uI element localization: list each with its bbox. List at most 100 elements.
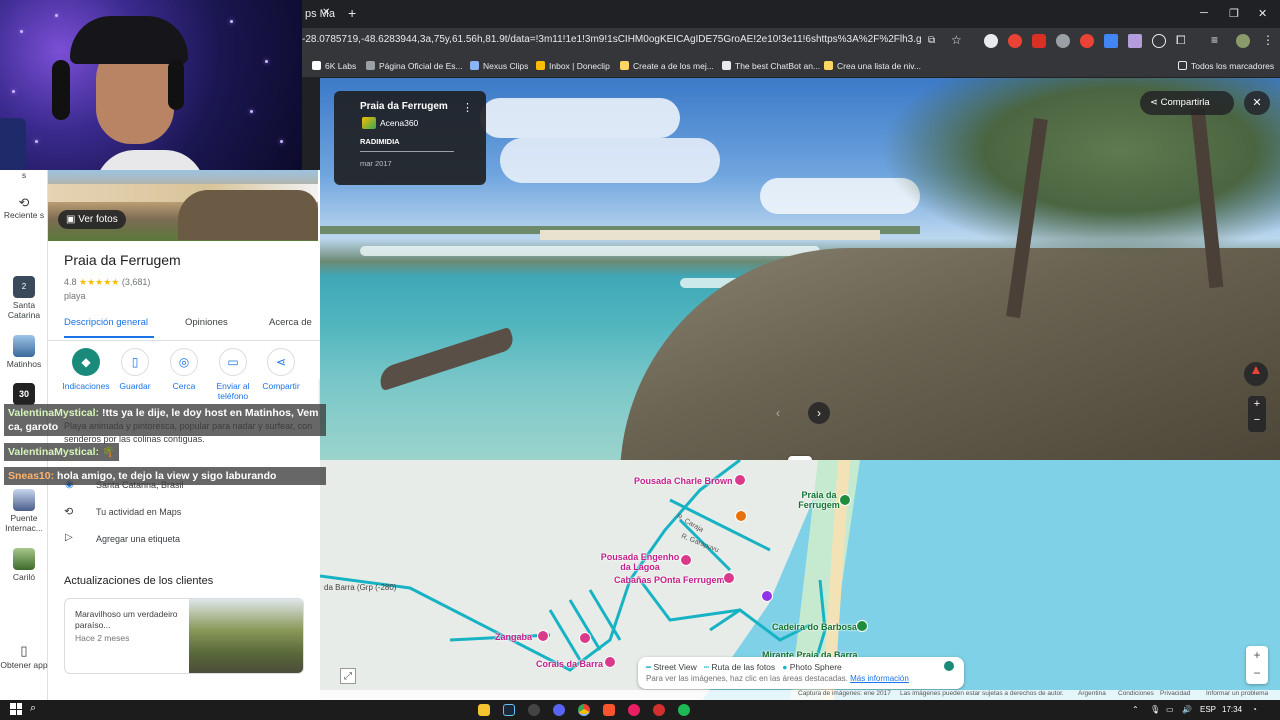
bookmark-item[interactable]: Nexus Clips bbox=[470, 61, 528, 71]
arrow-right-icon[interactable]: › bbox=[808, 402, 830, 424]
lodging-pin-icon[interactable] bbox=[680, 554, 692, 566]
report-problem-link[interactable]: Informar un problema bbox=[1206, 690, 1268, 697]
lodging-pin-icon[interactable] bbox=[723, 572, 735, 584]
install-icon[interactable]: ⧉ bbox=[928, 35, 935, 46]
poi-label[interactable]: Zangaba bbox=[495, 632, 532, 642]
viewpoint-pin-icon[interactable] bbox=[856, 620, 868, 632]
place-hero-photo[interactable]: ▣ Ver fotos bbox=[48, 170, 318, 241]
zoom-in-icon[interactable]: + bbox=[1248, 396, 1266, 412]
terms-link[interactable]: Condiciones bbox=[1118, 690, 1154, 697]
extension-icon[interactable] bbox=[1080, 34, 1094, 48]
zoom-out-icon[interactable]: − bbox=[1248, 412, 1266, 428]
rail-item-carilo[interactable]: Cariló bbox=[0, 548, 48, 582]
bookmark-star-icon[interactable]: ☆ bbox=[951, 33, 962, 47]
beach-pin-icon[interactable] bbox=[839, 494, 851, 506]
poi-label[interactable]: Pousada Engenho da Lagoa bbox=[600, 552, 680, 572]
poi-label-beach[interactable]: Praia da Ferrugem bbox=[794, 490, 844, 510]
more-options-icon[interactable]: ⋮ bbox=[462, 101, 473, 114]
start-button[interactable] bbox=[10, 703, 22, 715]
nearby-button[interactable]: ◎ Cerca bbox=[158, 348, 210, 391]
rail-item-get-app[interactable]: ▯ Obtener app bbox=[0, 644, 48, 670]
microphone-icon[interactable]: 🎙 bbox=[1150, 705, 1160, 714]
tab-close-icon[interactable]: ✕ bbox=[322, 7, 330, 18]
more-info-link[interactable]: Más información bbox=[850, 674, 909, 683]
brave-icon[interactable] bbox=[603, 704, 615, 716]
add-label-link[interactable]: Agregar una etiqueta bbox=[96, 534, 180, 544]
new-tab-button[interactable]: + bbox=[348, 5, 356, 21]
zoom-out-icon[interactable]: − bbox=[1246, 664, 1268, 682]
extension-icon[interactable] bbox=[984, 34, 998, 48]
bookmark-item[interactable]: Página Oficial de Es... bbox=[366, 61, 463, 71]
extension-icon[interactable] bbox=[1104, 34, 1118, 48]
lodging-pin-icon[interactable] bbox=[734, 474, 746, 486]
language-indicator[interactable]: ESP bbox=[1200, 705, 1216, 714]
extension-icon[interactable] bbox=[1032, 34, 1046, 48]
rail-item-recents[interactable]: ⟲ Reciente s bbox=[0, 196, 48, 220]
tray-chevron-icon[interactable]: ⌃ bbox=[1132, 705, 1139, 714]
obs-icon[interactable] bbox=[653, 704, 665, 716]
file-explorer-icon[interactable] bbox=[478, 704, 490, 716]
volume-icon[interactable]: 🔊 bbox=[1182, 705, 1192, 714]
customer-update-card[interactable]: Maravilhoso um verdadeiro paraíso... Hac… bbox=[64, 598, 304, 674]
close-window-button[interactable]: ✕ bbox=[1258, 7, 1267, 20]
app-icon[interactable] bbox=[528, 704, 540, 716]
rail-item-santa-catarina[interactable]: 2 Santa Catarina bbox=[0, 276, 48, 320]
menu-icon[interactable]: ⋮ bbox=[1262, 33, 1274, 47]
restore-button[interactable]: ❐ bbox=[1229, 7, 1239, 20]
map-zoom-controls[interactable]: + − bbox=[1246, 646, 1268, 684]
browser-tab[interactable]: ps Ma bbox=[305, 8, 335, 20]
extension-icon[interactable] bbox=[1008, 34, 1022, 48]
network-icon[interactable]: ▭ bbox=[1166, 705, 1174, 714]
poi-label[interactable]: Cadeira do Barbosa bbox=[772, 622, 857, 632]
country-link[interactable]: Argentina bbox=[1078, 690, 1106, 697]
tab-overview[interactable]: Descripción general bbox=[64, 317, 148, 328]
save-button[interactable]: ▯ Guardar bbox=[109, 348, 161, 391]
profile-avatar[interactable] bbox=[1236, 34, 1250, 48]
bookmark-item[interactable]: Crea una lista de niv... bbox=[824, 61, 921, 71]
info-icon[interactable] bbox=[1152, 34, 1166, 48]
rail-item[interactable]: s bbox=[0, 170, 48, 180]
rail-item-puente[interactable]: Puente Internac... bbox=[0, 489, 48, 533]
bookmark-item[interactable]: 6K Labs bbox=[312, 61, 356, 71]
bookmark-item[interactable]: Inbox | Doneclip bbox=[536, 61, 610, 71]
sv-author[interactable]: Acena360 bbox=[380, 118, 418, 128]
lodging-pin-icon[interactable] bbox=[537, 630, 549, 642]
media-icon[interactable]: ≡ bbox=[1211, 33, 1218, 47]
spotify-icon[interactable] bbox=[678, 704, 690, 716]
discord-icon[interactable] bbox=[553, 704, 565, 716]
tab-reviews[interactable]: Opiniones bbox=[185, 317, 228, 328]
lodging-pin-icon[interactable] bbox=[579, 632, 591, 644]
search-icon[interactable]: ⌕ bbox=[30, 702, 36, 715]
clock[interactable]: 17:34 bbox=[1222, 705, 1242, 714]
rail-item-matinhos[interactable]: Matinhos bbox=[0, 335, 48, 369]
privacy-link[interactable]: Privacidad bbox=[1160, 690, 1190, 697]
puzzle-icon[interactable]: ⧠ bbox=[1176, 33, 1186, 48]
bookmark-item[interactable]: The best ChatBot an... bbox=[722, 61, 820, 71]
rating-row[interactable]: 4.8 ★★★★★ (3,681) bbox=[64, 277, 150, 288]
maps-activity-link[interactable]: Tu actividad en Maps bbox=[96, 507, 181, 517]
directions-button[interactable]: ◆ Indicaciones bbox=[60, 348, 112, 391]
compass-icon[interactable] bbox=[1244, 362, 1268, 386]
sv-zoom-controls[interactable]: + − bbox=[1248, 396, 1266, 432]
poi-pin-icon[interactable] bbox=[761, 590, 773, 602]
zoom-in-icon[interactable]: + bbox=[1246, 646, 1268, 664]
chrome-icon[interactable] bbox=[578, 704, 590, 716]
expand-map-icon[interactable]: ⤢ bbox=[340, 668, 356, 684]
legend-toggle[interactable] bbox=[944, 661, 954, 671]
send-to-phone-button[interactable]: ▭ Enviar al teléfono bbox=[207, 348, 259, 401]
notifications-icon[interactable]: ◔ bbox=[1252, 705, 1257, 714]
tab-about[interactable]: Acerca de bbox=[269, 317, 315, 328]
minimize-button[interactable]: ─ bbox=[1200, 7, 1208, 19]
poi-label[interactable]: Corais da Barra bbox=[536, 659, 603, 669]
media-player-icon[interactable] bbox=[628, 704, 640, 716]
address-bar[interactable]: -28.0785719,-48.6283944,3a,75y,61.56h,81… bbox=[302, 34, 922, 45]
lodging-pin-icon[interactable] bbox=[604, 656, 616, 668]
extension-icon[interactable] bbox=[1056, 34, 1070, 48]
extension-icon[interactable] bbox=[1128, 34, 1142, 48]
share-street-view-button[interactable]: ⋖ Compartirla bbox=[1140, 91, 1234, 115]
poi-label[interactable]: Cabañas POnta Ferrugem bbox=[614, 575, 725, 585]
poi-label[interactable]: Pousada Charle Brown bbox=[634, 476, 733, 486]
all-bookmarks[interactable]: Todos los marcadores bbox=[1178, 61, 1274, 71]
bookmark-item[interactable]: Create a de los mej... bbox=[620, 61, 714, 71]
steam-icon[interactable] bbox=[503, 704, 515, 716]
